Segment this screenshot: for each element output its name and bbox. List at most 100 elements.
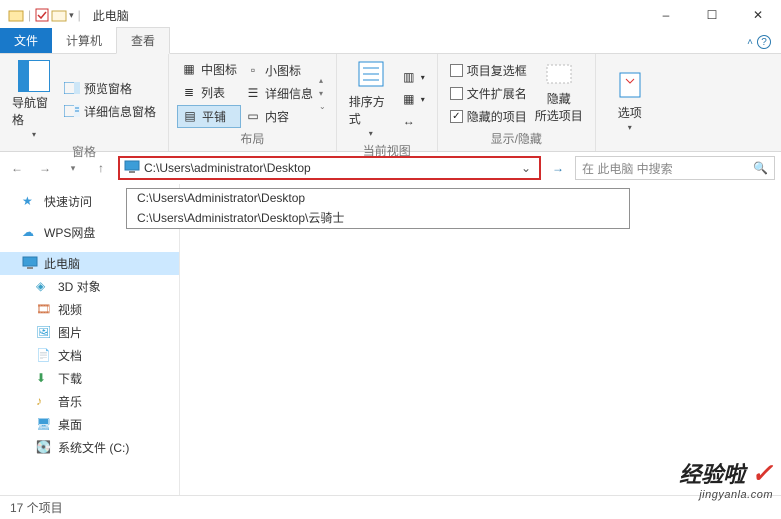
sidebar-documents[interactable]: 📄文档 <box>0 344 179 367</box>
forward-button[interactable]: → <box>34 157 56 179</box>
checkbox-checked-icon <box>450 110 463 123</box>
ribbon-group-current: 排序方式 ▾ ▥▾ ▦▾ ↔ 当前视图 <box>337 54 438 151</box>
main-area: ★ 快速访问 ☁ WPS网盘 此电脑 ◈3D 对象 🎞视频 🖼图片 📄文档 ⬇下… <box>0 184 781 495</box>
sidebar-downloads[interactable]: ⬇下载 <box>0 367 179 390</box>
layout-tiles[interactable]: ▤平铺 <box>177 105 241 128</box>
tab-view[interactable]: 查看 <box>116 27 170 54</box>
nav-sidebar: ★ 快速访问 ☁ WPS网盘 此电脑 ◈3D 对象 🎞视频 🖼图片 📄文档 ⬇下… <box>0 184 180 495</box>
hide-icon <box>545 63 573 88</box>
autocomplete-item[interactable]: C:\Users\Administrator\Desktop\云骑士 <box>127 207 629 228</box>
window-title: 此电脑 <box>93 7 129 24</box>
download-icon: ⬇ <box>36 371 52 387</box>
minimize-button[interactable]: – <box>643 0 689 30</box>
checkbox-icon <box>450 64 463 77</box>
drive-icon: 💽 <box>36 440 52 456</box>
sidebar-3d-objects[interactable]: ◈3D 对象 <box>0 275 179 298</box>
layout-scroll-down[interactable]: ▾ <box>317 87 328 100</box>
sort-button[interactable]: 排序方式 ▾ <box>345 58 397 140</box>
item-count: 17 个项目 <box>10 499 63 516</box>
layout-scroll-up[interactable]: ▴ <box>317 74 328 87</box>
file-ext-toggle[interactable]: 文件扩展名 <box>446 83 531 104</box>
hidden-items-toggle[interactable]: 隐藏的项目 <box>446 106 531 127</box>
details-pane-icon <box>64 103 80 119</box>
tab-file[interactable]: 文件 <box>0 28 52 53</box>
preview-pane-button[interactable]: 预览窗格 <box>60 78 160 99</box>
tiles-icon: ▤ <box>182 108 198 124</box>
layout-content[interactable]: ▭内容 <box>241 106 317 127</box>
autosize-icon: ↔ <box>401 113 417 129</box>
explorer-icon <box>8 7 24 23</box>
check-icon: ✓ <box>751 458 773 488</box>
ribbon-help[interactable]: ˄ ? <box>737 31 781 53</box>
content-pane[interactable]: ﹀ 设备和驱动器 (9) <box>180 184 781 495</box>
add-columns-button[interactable]: ▦▾ <box>397 89 429 109</box>
content-icon: ▭ <box>245 108 261 124</box>
ribbon-group-options: 选项 ▾ <box>596 54 664 151</box>
search-icon: 🔍 <box>753 161 768 175</box>
chevron-up-icon: ˄ <box>747 37 753 48</box>
sidebar-pictures[interactable]: 🖼图片 <box>0 321 179 344</box>
layout-list[interactable]: ≣列表 <box>177 82 241 103</box>
qat-separator: | <box>26 8 33 22</box>
group-by-button[interactable]: ▥▾ <box>397 67 429 87</box>
tab-computer[interactable]: 计算机 <box>52 28 116 53</box>
layout-small-icons[interactable]: ▫小图标 <box>241 60 317 81</box>
sidebar-music[interactable]: ♪音乐 <box>0 390 179 413</box>
address-dropdown-icon[interactable]: ⌄ <box>517 161 535 175</box>
hide-selected-button[interactable]: 隐藏 所选项目 <box>531 61 587 126</box>
ribbon-group-layout: ▦中图标 ≣列表 ▤平铺 ▫小图标 ☰详细信息 ▭内容 ▴ ▾ ⌄ 布局 <box>169 54 337 151</box>
desktop-icon: 🖥 <box>36 417 52 433</box>
sidebar-videos[interactable]: 🎞视频 <box>0 298 179 321</box>
size-columns-button[interactable]: ↔ <box>397 111 429 131</box>
layout-more[interactable]: ⌄ <box>317 100 328 113</box>
search-input[interactable]: 在 此电脑 中搜索 🔍 <box>575 156 775 180</box>
columns-icon: ▦ <box>401 91 417 107</box>
medium-icons-icon: ▦ <box>181 61 197 77</box>
options-button[interactable]: 选项 ▾ <box>604 69 656 134</box>
close-button[interactable]: ✕ <box>735 0 781 30</box>
go-button[interactable]: → <box>547 157 569 179</box>
layout-medium-icons[interactable]: ▦中图标 <box>177 59 241 80</box>
document-icon: 📄 <box>36 348 52 364</box>
layout-details[interactable]: ☰详细信息 <box>241 83 317 104</box>
dropdown-icon: ▾ <box>628 123 632 132</box>
preview-pane-icon <box>64 80 80 96</box>
options-icon <box>616 71 644 102</box>
picture-icon: 🖼 <box>36 325 52 341</box>
small-icons-icon: ▫ <box>245 62 261 78</box>
item-checkboxes-toggle[interactable]: 项目复选框 <box>446 60 531 81</box>
address-input[interactable]: C:\Users\administrator\Desktop ⌄ <box>118 156 541 180</box>
qat-separator2: | <box>76 8 83 22</box>
maximize-button[interactable]: ☐ <box>689 0 735 30</box>
details-icon: ☰ <box>245 85 261 101</box>
group-showhide-label: 显示/隐藏 <box>446 128 587 147</box>
music-icon: ♪ <box>36 394 52 410</box>
qat-folder-icon[interactable] <box>51 7 67 23</box>
qat-dropdown-icon[interactable]: ▾ <box>69 10 74 21</box>
cloud-icon: ☁ <box>22 225 38 241</box>
watermark: 经验啦 ✓ jingyanla.com <box>679 457 773 501</box>
title-bar: | ▾ | 此电脑 – ☐ ✕ <box>0 0 781 30</box>
video-icon: 🎞 <box>36 302 52 318</box>
help-icon: ? <box>757 35 771 49</box>
nav-pane-icon <box>18 60 50 92</box>
nav-pane-button[interactable]: 导航窗格 ▾ <box>8 58 60 141</box>
sidebar-system-c[interactable]: 💽系统文件 (C:) <box>0 436 179 459</box>
back-button[interactable]: ← <box>6 157 28 179</box>
sidebar-this-pc[interactable]: 此电脑 <box>0 252 179 275</box>
address-text: C:\Users\administrator\Desktop <box>144 161 517 175</box>
ribbon-group-showhide: 项目复选框 文件扩展名 隐藏的项目 隐藏 所选项目 显示/隐藏 <box>438 54 596 151</box>
dropdown-icon: ▾ <box>369 129 373 138</box>
ribbon-tabs: 文件 计算机 查看 ˄ ? <box>0 30 781 54</box>
group-icon: ▥ <box>401 69 417 85</box>
address-bar: ← → ▾ ↑ C:\Users\administrator\Desktop ⌄… <box>0 152 781 184</box>
recent-dropdown[interactable]: ▾ <box>62 157 84 179</box>
sidebar-desktop[interactable]: 🖥桌面 <box>0 413 179 436</box>
group-layout-label: 布局 <box>177 128 328 147</box>
up-button[interactable]: ↑ <box>90 157 112 179</box>
qat-checked-icon[interactable] <box>35 8 49 22</box>
ribbon-group-pane: 导航窗格 ▾ 预览窗格 详细信息窗格 窗格 <box>0 54 169 151</box>
search-placeholder: 在 此电脑 中搜索 <box>582 160 673 177</box>
autocomplete-item[interactable]: C:\Users\Administrator\Desktop <box>127 189 629 207</box>
details-pane-button[interactable]: 详细信息窗格 <box>60 101 160 122</box>
